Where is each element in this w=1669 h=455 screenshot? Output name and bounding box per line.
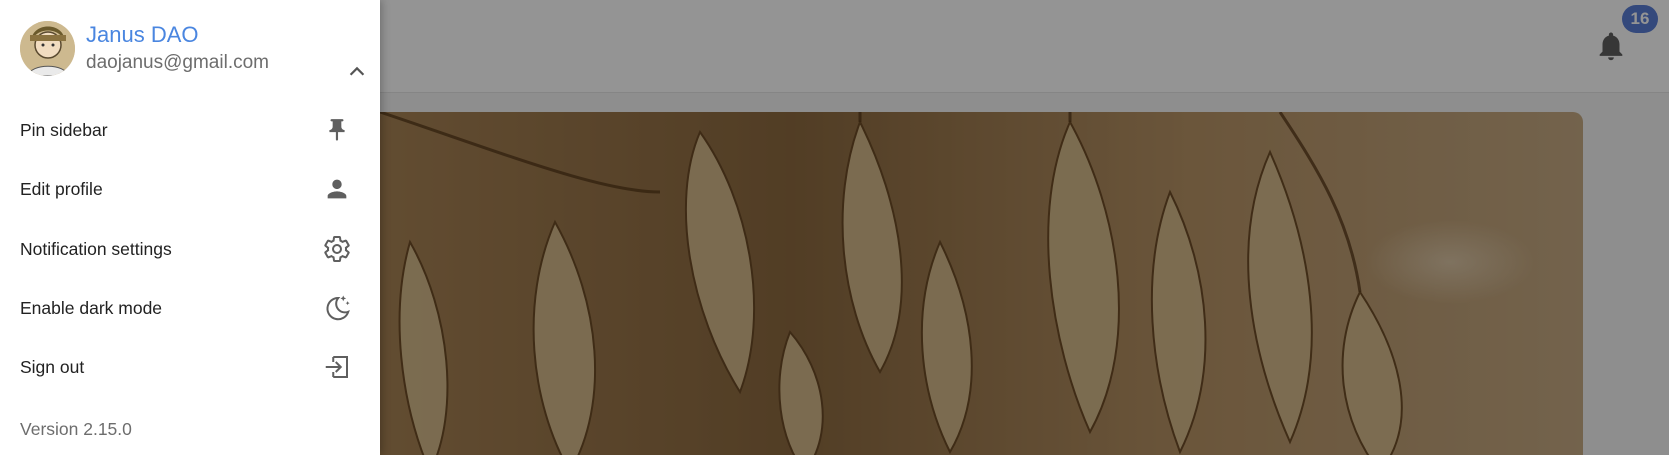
chevron-up-icon[interactable]	[342, 57, 372, 87]
menu-item-label: Pin sidebar	[20, 119, 108, 140]
menu-item-label: Notification settings	[20, 238, 172, 259]
menu-item-label: Sign out	[20, 356, 85, 377]
version-text: Version 2.15.0	[20, 419, 132, 439]
moon-stars-icon	[322, 293, 352, 323]
pin-icon	[322, 115, 352, 145]
user-email: daojanus@gmail.com	[86, 52, 269, 73]
gear-icon	[322, 234, 352, 264]
menu-item-label: Enable dark mode	[20, 297, 163, 318]
person-icon	[322, 174, 352, 204]
menu-item-pin-sidebar[interactable]: Pin sidebar	[0, 102, 380, 158]
avatar	[20, 21, 75, 76]
menu-item-sign-out[interactable]: Sign out	[0, 339, 380, 395]
user-menu-drawer: Janus DAO daojanus@gmail.com Pin sidebar…	[0, 0, 380, 455]
menu-item-label: Edit profile	[20, 178, 103, 199]
profile-header: Janus DAO daojanus@gmail.com	[20, 20, 365, 78]
menu-item-notification-settings[interactable]: Notification settings	[0, 221, 380, 277]
menu-item-edit-profile[interactable]: Edit profile	[0, 161, 380, 217]
user-name: Janus DAO	[86, 22, 199, 47]
sign-out-icon	[322, 352, 352, 382]
menu-item-enable-dark-mode[interactable]: Enable dark mode	[0, 280, 380, 336]
